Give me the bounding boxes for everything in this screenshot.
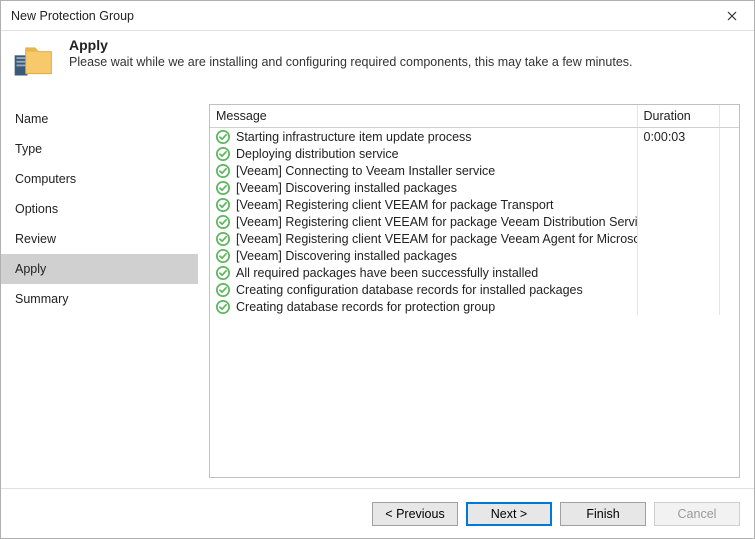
message-text: Creating database records for protection… (236, 300, 495, 314)
sidebar-item-review[interactable]: Review (1, 224, 198, 254)
success-icon (216, 181, 230, 195)
message-text: [Veeam] Registering client VEEAM for pac… (236, 198, 554, 212)
page-title: Apply (69, 37, 633, 53)
sidebar-item-summary[interactable]: Summary (1, 284, 198, 314)
success-icon (216, 164, 230, 178)
message-text: Starting infrastructure item update proc… (236, 130, 472, 144)
table-row[interactable]: [Veeam] Connecting to Veeam Installer se… (210, 162, 739, 179)
previous-button[interactable]: < Previous (372, 502, 458, 526)
col-header-message[interactable]: Message (210, 105, 637, 128)
sidebar-item-name[interactable]: Name (1, 104, 198, 134)
wizard-window: New Protection Group Apply Please wait w… (0, 0, 755, 539)
success-icon (216, 232, 230, 246)
message-text: [Veeam] Discovering installed packages (236, 181, 457, 195)
duration-cell (637, 145, 719, 162)
sidebar-item-computers[interactable]: Computers (1, 164, 198, 194)
table-row[interactable]: [Veeam] Discovering installed packages (210, 247, 739, 264)
duration-cell (637, 162, 719, 179)
sidebar-item-options[interactable]: Options (1, 194, 198, 224)
duration-cell (637, 247, 719, 264)
next-button[interactable]: Next > (466, 502, 552, 526)
success-icon (216, 283, 230, 297)
wizard-footer: < Previous Next > Finish Cancel (1, 488, 754, 538)
message-text: Deploying distribution service (236, 147, 399, 161)
finish-button[interactable]: Finish (560, 502, 646, 526)
success-icon (216, 198, 230, 212)
message-text: [Veeam] Registering client VEEAM for pac… (236, 215, 637, 229)
message-text: [Veeam] Registering client VEEAM for pac… (236, 232, 637, 246)
table-row[interactable]: Creating database records for protection… (210, 298, 739, 315)
table-row[interactable]: Starting infrastructure item update proc… (210, 128, 739, 146)
message-text: [Veeam] Discovering installed packages (236, 249, 457, 263)
table-row[interactable]: [Veeam] Registering client VEEAM for pac… (210, 196, 739, 213)
window-title: New Protection Group (11, 9, 134, 23)
duration-cell (637, 298, 719, 315)
table-row[interactable]: [Veeam] Discovering installed packages (210, 179, 739, 196)
duration-cell (637, 213, 719, 230)
duration-cell (637, 230, 719, 247)
success-icon (216, 147, 230, 161)
close-icon (727, 11, 737, 21)
success-icon (216, 300, 230, 314)
duration-cell (637, 264, 719, 281)
col-header-pad (719, 105, 739, 128)
success-icon (216, 249, 230, 263)
duration-cell (637, 179, 719, 196)
content-pane: Message Duration Starting infrastructure… (199, 94, 754, 488)
col-header-duration[interactable]: Duration (637, 105, 719, 128)
message-text: [Veeam] Connecting to Veeam Installer se… (236, 164, 495, 178)
table-row[interactable]: Deploying distribution service (210, 145, 739, 162)
wizard-body: NameTypeComputersOptionsReviewApplySumma… (1, 94, 754, 488)
table-row[interactable]: Creating configuration database records … (210, 281, 739, 298)
sidebar-item-apply[interactable]: Apply (1, 254, 198, 284)
table-row[interactable]: [Veeam] Registering client VEEAM for pac… (210, 213, 739, 230)
message-text: All required packages have been successf… (236, 266, 538, 280)
success-icon (216, 266, 230, 280)
table-header-row: Message Duration (210, 105, 739, 128)
header-text: Apply Please wait while we are installin… (69, 37, 633, 69)
wizard-steps-sidebar: NameTypeComputersOptionsReviewApplySumma… (1, 94, 199, 488)
duration-cell (637, 281, 719, 298)
message-text: Creating configuration database records … (236, 283, 583, 297)
success-icon (216, 215, 230, 229)
success-icon (216, 130, 230, 144)
duration-cell (637, 196, 719, 213)
titlebar: New Protection Group (1, 1, 754, 31)
protection-group-icon (11, 37, 55, 84)
page-subtitle: Please wait while we are installing and … (69, 55, 633, 69)
close-button[interactable] (709, 1, 754, 31)
sidebar-item-type[interactable]: Type (1, 134, 198, 164)
header: Apply Please wait while we are installin… (1, 31, 754, 94)
cancel-button: Cancel (654, 502, 740, 526)
progress-table: Message Duration Starting infrastructure… (209, 104, 740, 478)
table-row[interactable]: All required packages have been successf… (210, 264, 739, 281)
table-row[interactable]: [Veeam] Registering client VEEAM for pac… (210, 230, 739, 247)
duration-cell: 0:00:03 (637, 128, 719, 146)
